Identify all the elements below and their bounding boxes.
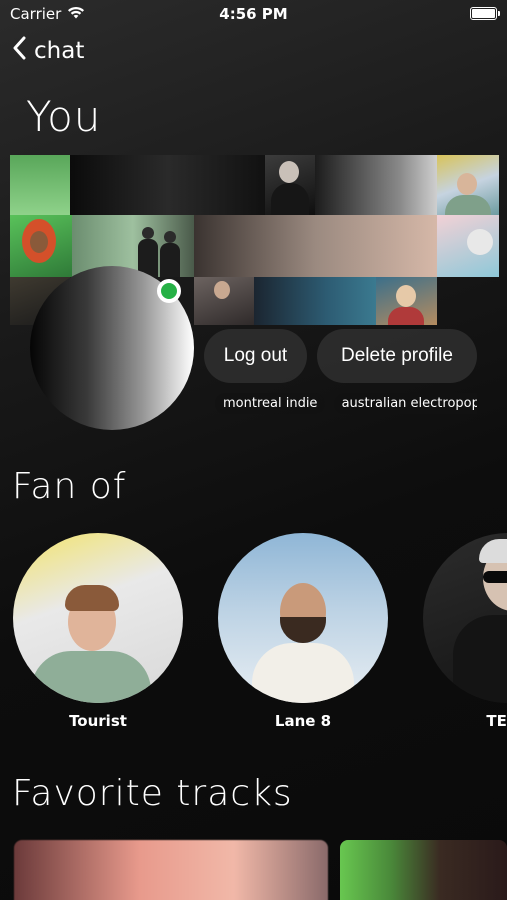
track-card[interactable]: [340, 840, 507, 900]
artist-carousel[interactable]: Tourist Lane 8 TEED: [13, 533, 507, 733]
artist-name: Lane 8: [274, 712, 332, 730]
page-title: You: [26, 92, 102, 141]
artist-name: Tourist: [69, 712, 127, 730]
online-status-indicator: [157, 279, 181, 303]
favorite-tracks-heading: Favorite tracks: [12, 773, 293, 814]
artist-card-teed[interactable]: TEED: [423, 533, 507, 730]
track-card[interactable]: [14, 840, 328, 900]
battery-icon: [470, 7, 500, 20]
artist-card-tourist[interactable]: Tourist: [13, 533, 183, 730]
logout-button[interactable]: Log out: [204, 329, 307, 383]
status-bar: Carrier 4:56 PM: [0, 0, 507, 30]
collage-tile: [437, 215, 499, 277]
collage-tile: [254, 277, 376, 325]
collage-tile: [437, 155, 499, 215]
genre-tag: montreal indie: [215, 393, 326, 414]
status-time: 4:56 PM: [219, 5, 288, 23]
collage-tile: [194, 277, 254, 325]
genre-tag: australian electropop: [333, 393, 477, 414]
artist-photo: [218, 533, 388, 703]
fan-of-heading: Fan of: [12, 466, 127, 507]
profile-screen: Carrier 4:56 PM chat You Log out Delete …: [0, 0, 507, 900]
artist-card-lane-8[interactable]: Lane 8: [218, 533, 388, 730]
back-button[interactable]: chat: [12, 36, 84, 66]
collage-tile: [265, 155, 315, 215]
collage-tile: [10, 155, 70, 215]
back-label: chat: [34, 38, 85, 64]
collage-tile: [376, 277, 437, 325]
artist-name: TEED: [486, 712, 507, 730]
collage-tile: [315, 155, 437, 215]
delete-profile-button[interactable]: Delete profile: [317, 329, 477, 383]
artist-photo: [13, 533, 183, 703]
collage-tile: [10, 215, 72, 277]
collage-tile: [194, 215, 437, 277]
genre-tags: montreal indie australian electropop: [215, 393, 477, 417]
chevron-left-icon: [12, 36, 26, 66]
collage-tile: [70, 155, 265, 215]
artist-photo: [423, 533, 507, 703]
